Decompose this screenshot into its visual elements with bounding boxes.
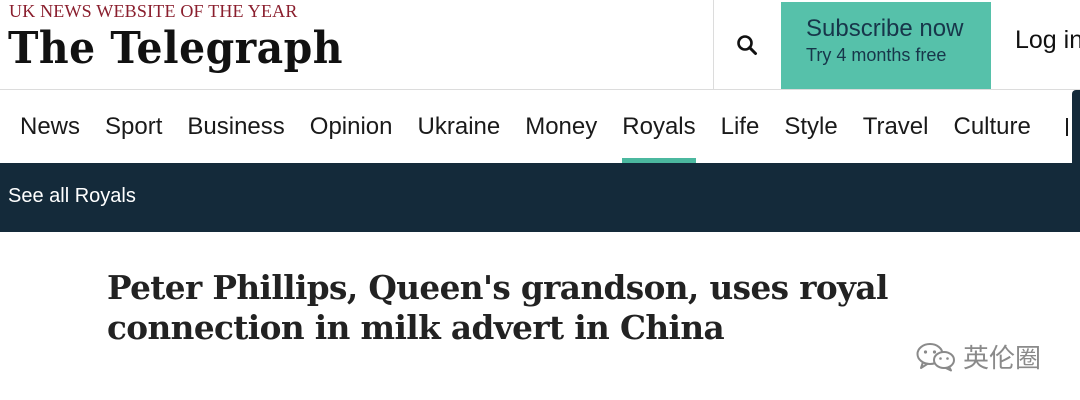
nav-item-ukraine[interactable]: Ukraine — [418, 90, 501, 163]
site-tagline: UK NEWS WEBSITE OF THE YEAR — [9, 1, 298, 21]
nav-item-life[interactable]: Life — [721, 90, 760, 163]
login-link[interactable]: Log in — [1015, 24, 1080, 56]
site-header: UK NEWS WEBSITE OF THE YEAR The Telegrap… — [0, 0, 1080, 90]
nav-item-business[interactable]: Business — [187, 90, 284, 163]
scrollbar[interactable] — [1072, 90, 1080, 212]
main-nav: News Sport Business Opinion Ukraine Mone… — [0, 90, 1080, 163]
nav-list: News Sport Business Opinion Ukraine Mone… — [0, 90, 1080, 163]
search-icon — [737, 35, 757, 55]
subscribe-button[interactable]: Subscribe now Try 4 months free — [781, 2, 991, 89]
see-all-royals-link[interactable]: See all Royals — [8, 163, 136, 229]
nav-item-royals[interactable]: Royals — [622, 90, 696, 163]
subscribe-offer: Try 4 months free — [806, 45, 947, 65]
section-bar: See all Royals — [0, 163, 1080, 232]
nav-item-style[interactable]: Style — [784, 90, 837, 163]
nav-item-culture[interactable]: Culture — [953, 90, 1030, 163]
subscribe-label: Subscribe now — [806, 15, 964, 42]
nav-item-money[interactable]: Money — [525, 90, 597, 163]
nav-item-travel[interactable]: Travel — [863, 90, 929, 163]
search-button[interactable] — [714, 0, 780, 90]
nav-overflow-item[interactable] — [1066, 118, 1068, 136]
wechat-icon — [916, 342, 955, 371]
watermark-text: 英伦圈 — [963, 343, 1042, 373]
nav-item-news[interactable]: News — [20, 90, 80, 163]
nav-item-sport[interactable]: Sport — [105, 90, 162, 163]
article-headline: Peter Phillips, Queen's grandson, uses r… — [107, 268, 888, 347]
watermark: 英伦圈 — [915, 338, 1041, 375]
site-logo[interactable]: The Telegraph — [8, 22, 343, 76]
nav-item-opinion[interactable]: Opinion — [310, 90, 393, 163]
